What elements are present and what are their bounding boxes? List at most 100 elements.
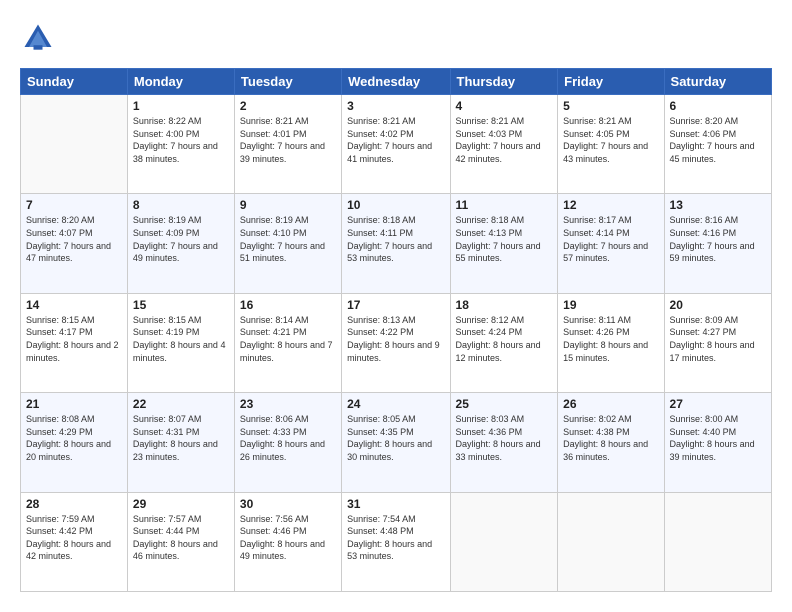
calendar-cell: 1 Sunrise: 8:22 AMSunset: 4:00 PMDaylight…: [127, 95, 234, 194]
day-info: Sunrise: 8:19 AMSunset: 4:10 PMDaylight:…: [240, 214, 336, 264]
day-info: Sunrise: 8:18 AMSunset: 4:11 PMDaylight:…: [347, 214, 444, 264]
logo-icon: [20, 20, 56, 56]
calendar-cell: 20 Sunrise: 8:09 AMSunset: 4:27 PMDayligh…: [664, 293, 771, 392]
calendar-cell: 18 Sunrise: 8:12 AMSunset: 4:24 PMDayligh…: [450, 293, 558, 392]
day-info: Sunrise: 8:20 AMSunset: 4:06 PMDaylight:…: [670, 115, 766, 165]
day-info: Sunrise: 8:16 AMSunset: 4:16 PMDaylight:…: [670, 214, 766, 264]
day-info: Sunrise: 8:11 AMSunset: 4:26 PMDaylight:…: [563, 314, 658, 364]
day-info: Sunrise: 8:00 AMSunset: 4:40 PMDaylight:…: [670, 413, 766, 463]
day-info: Sunrise: 8:18 AMSunset: 4:13 PMDaylight:…: [456, 214, 553, 264]
day-info: Sunrise: 7:54 AMSunset: 4:48 PMDaylight:…: [347, 513, 444, 563]
day-number: 20: [670, 298, 766, 312]
calendar-cell: 24 Sunrise: 8:05 AMSunset: 4:35 PMDayligh…: [342, 393, 450, 492]
day-number: 17: [347, 298, 444, 312]
day-number: 16: [240, 298, 336, 312]
weekday-header-wednesday: Wednesday: [342, 69, 450, 95]
day-number: 30: [240, 497, 336, 511]
day-number: 2: [240, 99, 336, 113]
day-info: Sunrise: 8:22 AMSunset: 4:00 PMDaylight:…: [133, 115, 229, 165]
weekday-header-friday: Friday: [558, 69, 664, 95]
day-number: 14: [26, 298, 122, 312]
day-info: Sunrise: 8:19 AMSunset: 4:09 PMDaylight:…: [133, 214, 229, 264]
day-number: 21: [26, 397, 122, 411]
logo: [20, 20, 60, 56]
week-row-3: 14 Sunrise: 8:15 AMSunset: 4:17 PMDayligh…: [21, 293, 772, 392]
day-number: 1: [133, 99, 229, 113]
day-number: 6: [670, 99, 766, 113]
day-info: Sunrise: 7:56 AMSunset: 4:46 PMDaylight:…: [240, 513, 336, 563]
weekday-header-tuesday: Tuesday: [234, 69, 341, 95]
day-info: Sunrise: 8:08 AMSunset: 4:29 PMDaylight:…: [26, 413, 122, 463]
calendar-cell: [558, 492, 664, 591]
calendar-cell: 29 Sunrise: 7:57 AMSunset: 4:44 PMDayligh…: [127, 492, 234, 591]
day-number: 31: [347, 497, 444, 511]
day-number: 27: [670, 397, 766, 411]
calendar-cell: 16 Sunrise: 8:14 AMSunset: 4:21 PMDayligh…: [234, 293, 341, 392]
calendar-cell: 9 Sunrise: 8:19 AMSunset: 4:10 PMDaylight…: [234, 194, 341, 293]
day-number: 23: [240, 397, 336, 411]
calendar-cell: 15Sunrise: 8:15 AMSunset: 4:19 PMDayligh…: [127, 293, 234, 392]
day-number: 4: [456, 99, 553, 113]
day-info: Sunrise: 7:57 AMSunset: 4:44 PMDaylight:…: [133, 513, 229, 563]
day-number: 28: [26, 497, 122, 511]
day-number: 5: [563, 99, 658, 113]
weekday-header-thursday: Thursday: [450, 69, 558, 95]
day-number: 25: [456, 397, 553, 411]
day-info: Sunrise: 8:07 AMSunset: 4:31 PMDaylight:…: [133, 413, 229, 463]
week-row-1: 1 Sunrise: 8:22 AMSunset: 4:00 PMDaylight…: [21, 95, 772, 194]
calendar-header: SundayMondayTuesdayWednesdayThursdayFrid…: [21, 69, 772, 95]
day-info: Sunrise: 8:21 AMSunset: 4:05 PMDaylight:…: [563, 115, 658, 165]
day-number: 13: [670, 198, 766, 212]
day-info: Sunrise: 8:13 AMSunset: 4:22 PMDaylight:…: [347, 314, 444, 364]
calendar-cell: 28Sunrise: 7:59 AMSunset: 4:42 PMDayligh…: [21, 492, 128, 591]
day-info: Sunrise: 8:14 AMSunset: 4:21 PMDaylight:…: [240, 314, 336, 364]
calendar-cell: 12Sunrise: 8:17 AMSunset: 4:14 PMDayligh…: [558, 194, 664, 293]
day-info: Sunrise: 8:17 AMSunset: 4:14 PMDaylight:…: [563, 214, 658, 264]
calendar-cell: 21 Sunrise: 8:08 AMSunset: 4:29 PMDayligh…: [21, 393, 128, 492]
day-info: Sunrise: 8:06 AMSunset: 4:33 PMDaylight:…: [240, 413, 336, 463]
day-info: Sunrise: 8:12 AMSunset: 4:24 PMDaylight:…: [456, 314, 553, 364]
day-number: 19: [563, 298, 658, 312]
day-info: Sunrise: 8:02 AMSunset: 4:38 PMDaylight:…: [563, 413, 658, 463]
day-number: 22: [133, 397, 229, 411]
week-row-5: 28Sunrise: 7:59 AMSunset: 4:42 PMDayligh…: [21, 492, 772, 591]
page: SundayMondayTuesdayWednesdayThursdayFrid…: [0, 0, 792, 612]
calendar-cell: 4 Sunrise: 8:21 AMSunset: 4:03 PMDaylight…: [450, 95, 558, 194]
calendar-cell: [450, 492, 558, 591]
calendar-cell: 14 Sunrise: 8:15 AMSunset: 4:17 PMDayligh…: [21, 293, 128, 392]
day-info: Sunrise: 8:09 AMSunset: 4:27 PMDaylight:…: [670, 314, 766, 364]
calendar-cell: [21, 95, 128, 194]
calendar-body: 1 Sunrise: 8:22 AMSunset: 4:00 PMDaylight…: [21, 95, 772, 592]
day-number: 18: [456, 298, 553, 312]
calendar: SundayMondayTuesdayWednesdayThursdayFrid…: [20, 68, 772, 592]
calendar-cell: 10 Sunrise: 8:18 AMSunset: 4:11 PMDayligh…: [342, 194, 450, 293]
weekday-header-sunday: Sunday: [21, 69, 128, 95]
day-info: Sunrise: 8:15 AMSunset: 4:17 PMDaylight:…: [26, 314, 122, 364]
day-number: 10: [347, 198, 444, 212]
calendar-cell: 31 Sunrise: 7:54 AMSunset: 4:48 PMDayligh…: [342, 492, 450, 591]
calendar-cell: 7Sunrise: 8:20 AMSunset: 4:07 PMDaylight…: [21, 194, 128, 293]
week-row-2: 7Sunrise: 8:20 AMSunset: 4:07 PMDaylight…: [21, 194, 772, 293]
day-number: 29: [133, 497, 229, 511]
weekday-row: SundayMondayTuesdayWednesdayThursdayFrid…: [21, 69, 772, 95]
day-info: Sunrise: 8:21 AMSunset: 4:02 PMDaylight:…: [347, 115, 444, 165]
header: [20, 20, 772, 56]
day-info: Sunrise: 8:21 AMSunset: 4:01 PMDaylight:…: [240, 115, 336, 165]
calendar-cell: 22 Sunrise: 8:07 AMSunset: 4:31 PMDayligh…: [127, 393, 234, 492]
day-number: 3: [347, 99, 444, 113]
day-info: Sunrise: 8:05 AMSunset: 4:35 PMDaylight:…: [347, 413, 444, 463]
calendar-cell: 27 Sunrise: 8:00 AMSunset: 4:40 PMDayligh…: [664, 393, 771, 492]
calendar-cell: 3 Sunrise: 8:21 AMSunset: 4:02 PMDaylight…: [342, 95, 450, 194]
calendar-cell: 8Sunrise: 8:19 AMSunset: 4:09 PMDaylight…: [127, 194, 234, 293]
calendar-cell: 5 Sunrise: 8:21 AMSunset: 4:05 PMDaylight…: [558, 95, 664, 194]
day-info: Sunrise: 8:15 AMSunset: 4:19 PMDaylight:…: [133, 314, 229, 364]
calendar-cell: 30 Sunrise: 7:56 AMSunset: 4:46 PMDayligh…: [234, 492, 341, 591]
calendar-cell: 19 Sunrise: 8:11 AMSunset: 4:26 PMDayligh…: [558, 293, 664, 392]
calendar-cell: 2 Sunrise: 8:21 AMSunset: 4:01 PMDaylight…: [234, 95, 341, 194]
day-number: 26: [563, 397, 658, 411]
day-number: 24: [347, 397, 444, 411]
day-number: 7: [26, 198, 122, 212]
week-row-4: 21 Sunrise: 8:08 AMSunset: 4:29 PMDayligh…: [21, 393, 772, 492]
day-info: Sunrise: 8:21 AMSunset: 4:03 PMDaylight:…: [456, 115, 553, 165]
day-number: 9: [240, 198, 336, 212]
